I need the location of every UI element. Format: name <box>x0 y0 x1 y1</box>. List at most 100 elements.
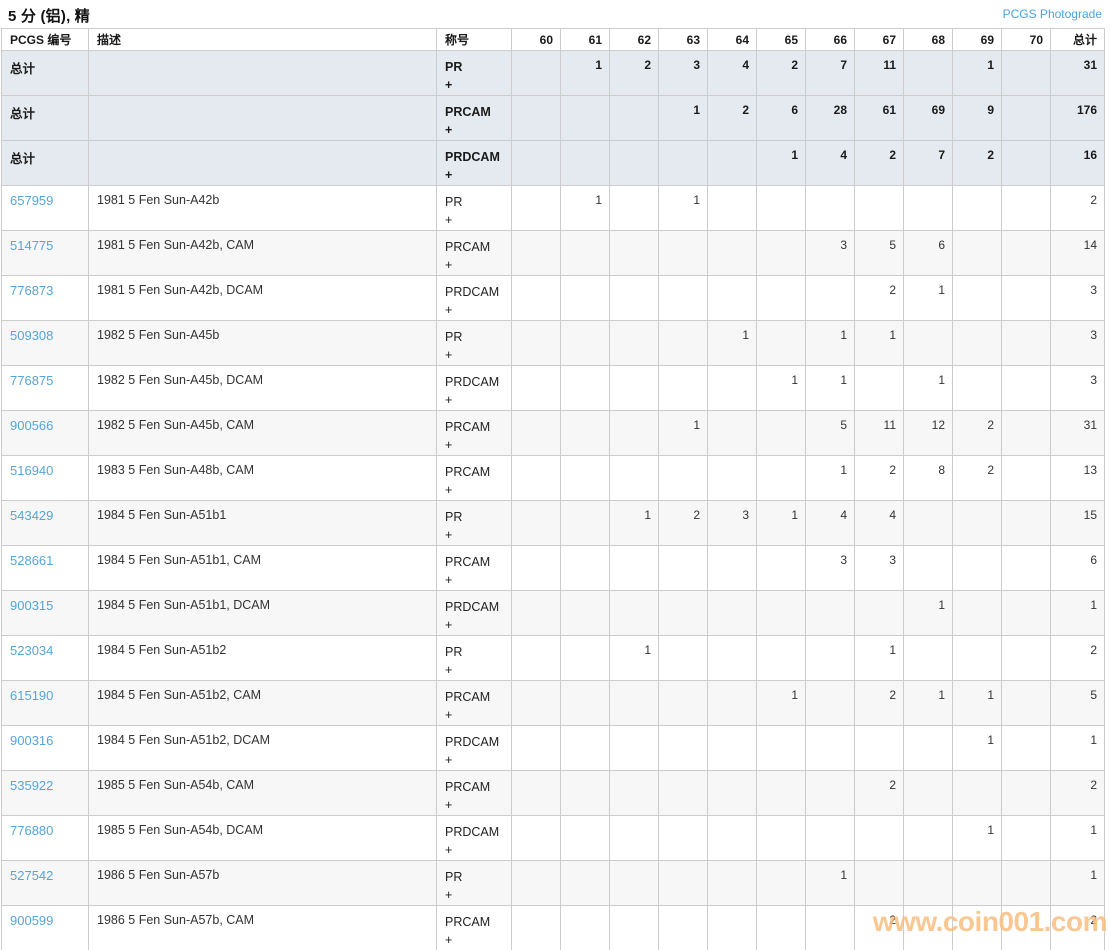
grade-count-cell <box>511 365 561 411</box>
designation-plus: + <box>445 753 453 767</box>
pcgs-number-link[interactable]: 528661 <box>10 553 53 568</box>
grade-count-cell <box>658 275 708 321</box>
grade-count-cell <box>560 815 610 861</box>
description-cell: 1984 5 Fen Sun-A51b1, DCAM <box>88 590 437 636</box>
grade-count-cell: 1 <box>854 320 904 366</box>
total-row-label: 总计 <box>1 50 89 96</box>
grade-count-cell <box>511 140 561 186</box>
description-cell <box>88 95 437 141</box>
description-cell: 1981 5 Fen Sun-A42b, CAM <box>88 230 437 276</box>
grade-count-cell <box>609 410 659 456</box>
coin-row: 657959 1981 5 Fen Sun-A42b PR +1 1 2 <box>1 185 1105 231</box>
grade-count-cell <box>903 545 953 591</box>
grade-count-cell: 1 <box>952 725 1002 771</box>
grade-count-cell: 1 <box>560 185 610 231</box>
grade-count-cell <box>658 770 708 816</box>
pcgs-number-link[interactable]: 523034 <box>10 643 53 658</box>
grade-count-cell <box>1001 365 1051 411</box>
pcgs-number-link[interactable]: 900566 <box>10 418 53 433</box>
coin-row: 615190 1984 5 Fen Sun-A51b2, CAM PRCAM +1 2 1… <box>1 680 1105 726</box>
row-total-cell: 14 <box>1050 230 1105 276</box>
grade-count-cell <box>658 455 708 501</box>
designation-plus: + <box>445 393 453 407</box>
grade-count-cell <box>511 815 561 861</box>
designation-label: PRDCAM <box>445 150 500 164</box>
pcgs-number-link[interactable]: 900315 <box>10 598 53 613</box>
row-total-cell: 1 <box>1050 860 1105 906</box>
grade-count-cell <box>560 140 610 186</box>
pcgs-number-link[interactable]: 543429 <box>10 508 53 523</box>
grade-count-cell: 4 <box>707 50 757 96</box>
pcgs-photograde-link[interactable]: PCGS Photograde <box>1003 7 1102 21</box>
grade-count-cell <box>1001 275 1051 321</box>
pcgs-number-link[interactable]: 776875 <box>10 373 53 388</box>
row-total-cell: 1 <box>1050 590 1105 636</box>
grade-count-cell: 2 <box>854 275 904 321</box>
grade-count-cell <box>658 365 708 411</box>
grade-count-cell: 2 <box>854 455 904 501</box>
grade-count-cell <box>658 905 708 950</box>
grade-count-cell <box>854 365 904 411</box>
pcgs-number-cell: 900566 <box>1 410 89 456</box>
designation-cell: PR + <box>436 635 512 681</box>
grade-count-cell <box>756 410 806 456</box>
grade-count-cell <box>903 860 953 906</box>
pcgs-number-cell: 509308 <box>1 320 89 366</box>
pcgs-number-cell: 900316 <box>1 725 89 771</box>
coin-row: 900566 1982 5 Fen Sun-A45b, CAM PRCAM +1 5 11… <box>1 410 1105 456</box>
designation-cell: PRDCAM + <box>436 140 512 186</box>
grade-count-cell <box>756 860 806 906</box>
grade-count-cell: 2 <box>854 770 904 816</box>
grade-count-cell: 4 <box>854 500 904 546</box>
coin-row: 516940 1983 5 Fen Sun-A48b, CAM PRCAM +1 2 8 2… <box>1 455 1105 501</box>
header-grade-69: 69 <box>952 28 1002 51</box>
grade-count-cell <box>903 905 953 950</box>
coin-row: 509308 1982 5 Fen Sun-A45b PR +1 1 1 3 <box>1 320 1105 366</box>
pcgs-number-link[interactable]: 776873 <box>10 283 53 298</box>
grade-count-cell <box>609 140 659 186</box>
designation-label: PR <box>445 330 463 344</box>
pcgs-number-link[interactable]: 657959 <box>10 193 53 208</box>
grade-count-cell: 1 <box>805 860 855 906</box>
pcgs-number-link[interactable]: 900316 <box>10 733 53 748</box>
designation-cell: PRCAM + <box>436 230 512 276</box>
grade-count-cell <box>1001 770 1051 816</box>
pcgs-number-cell: 776875 <box>1 365 89 411</box>
row-total-cell: 1 <box>1050 815 1105 861</box>
grade-count-cell: 2 <box>609 50 659 96</box>
designation-cell: PRCAM + <box>436 95 512 141</box>
grade-count-cell: 1 <box>805 320 855 366</box>
designation-cell: PRDCAM + <box>436 815 512 861</box>
pcgs-number-link[interactable]: 527542 <box>10 868 53 883</box>
grade-count-cell <box>952 275 1002 321</box>
designation-label: PRCAM <box>445 915 491 929</box>
coin-row: 900316 1984 5 Fen Sun-A51b2, DCAM PRDCAM +1… <box>1 725 1105 771</box>
designation-cell: PRCAM + <box>436 770 512 816</box>
total-row: 总计 PR +1 2 3 4 2 7 11 1 31 <box>1 50 1105 96</box>
grade-count-cell <box>609 590 659 636</box>
coin-row: 543429 1984 5 Fen Sun-A51b1 PR +1 2 3 1 4 4 15 <box>1 500 1105 546</box>
row-total-cell: 31 <box>1050 410 1105 456</box>
pcgs-number-link[interactable]: 514775 <box>10 238 53 253</box>
designation-plus: + <box>445 663 453 677</box>
grade-count-cell <box>952 590 1002 636</box>
grade-count-cell <box>1001 680 1051 726</box>
grade-count-cell <box>658 680 708 726</box>
pcgs-number-link[interactable]: 776880 <box>10 823 53 838</box>
pcgs-number-cell: 527542 <box>1 860 89 906</box>
grade-count-cell: 4 <box>805 140 855 186</box>
description-cell: 1984 5 Fen Sun-A51b2, CAM <box>88 680 437 726</box>
pcgs-number-link[interactable]: 900599 <box>10 913 53 928</box>
coin-row: 776880 1985 5 Fen Sun-A54b, DCAM PRDCAM +1 1 <box>1 815 1105 861</box>
grade-count-cell: 1 <box>952 815 1002 861</box>
grade-count-cell: 1 <box>805 455 855 501</box>
grade-count-cell <box>609 230 659 276</box>
coin-row: 535922 1985 5 Fen Sun-A54b, CAM PRCAM +2 2 <box>1 770 1105 816</box>
pcgs-number-link[interactable]: 535922 <box>10 778 53 793</box>
grade-count-cell <box>952 365 1002 411</box>
pcgs-number-link[interactable]: 615190 <box>10 688 53 703</box>
pcgs-number-link[interactable]: 516940 <box>10 463 53 478</box>
pcgs-number-cell: 776873 <box>1 275 89 321</box>
pcgs-number-link[interactable]: 509308 <box>10 328 53 343</box>
designation-plus: + <box>445 168 453 182</box>
